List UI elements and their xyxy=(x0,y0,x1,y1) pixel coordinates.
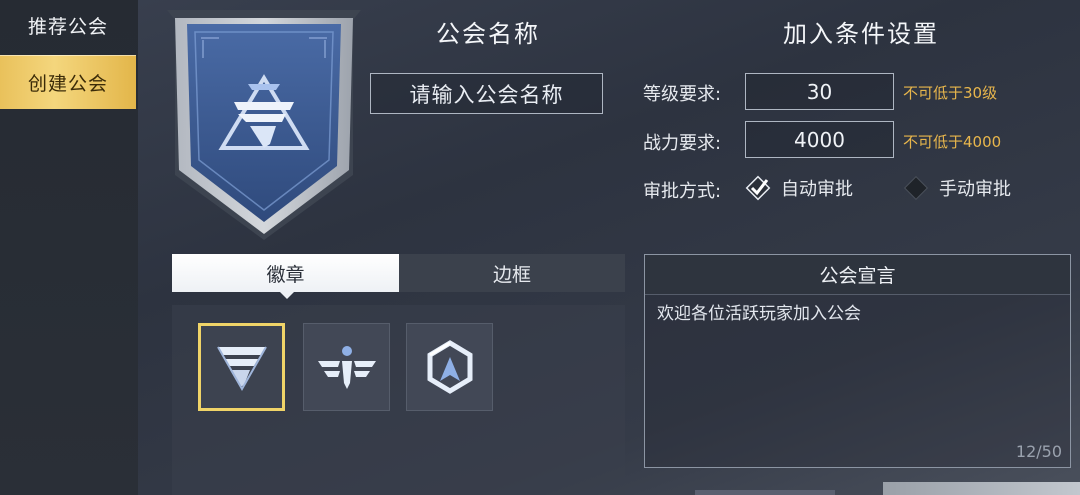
emblem-option-2[interactable] xyxy=(303,323,390,411)
emblem-tab-bar: 徽章 边框 xyxy=(172,254,625,292)
power-requirement-label: 战力要求: xyxy=(643,133,722,154)
level-requirement-hint: 不可低于30级 xyxy=(903,84,998,102)
emblem-option-3[interactable] xyxy=(406,323,493,411)
approval-manual-radio[interactable]: 手动审批 xyxy=(903,175,1011,201)
sidebar-item-label: 推荐公会 xyxy=(27,15,108,38)
unchecked-diamond-icon xyxy=(903,175,929,201)
sidebar-item-label: 创建公会 xyxy=(27,72,108,95)
emblem-winged-figure-icon xyxy=(317,346,376,389)
approval-auto-radio[interactable]: 自动审批 xyxy=(745,175,853,201)
declaration-title: 公会宣言 xyxy=(645,255,1070,295)
emblem-option-1[interactable] xyxy=(198,323,285,411)
power-requirement-input[interactable]: 4000 xyxy=(745,121,894,158)
tab-emblem[interactable]: 徽章 xyxy=(172,254,399,292)
approval-auto-label: 自动审批 xyxy=(781,179,853,200)
guild-declaration-panel: 公会宣言 欢迎各位活跃玩家加入公会 12/50 xyxy=(644,254,1071,468)
bottom-button-left[interactable] xyxy=(695,490,835,495)
guild-banner-preview xyxy=(165,10,363,242)
approval-method-label: 审批方式: xyxy=(643,181,722,202)
tab-frame[interactable]: 边框 xyxy=(399,254,625,292)
sidebar: 推荐公会 创建公会 xyxy=(0,0,138,495)
sidebar-item-recommended-guilds[interactable]: 推荐公会 xyxy=(0,0,136,50)
level-requirement-input[interactable]: 30 xyxy=(745,73,894,110)
declaration-char-count: 12/50 xyxy=(1015,442,1062,461)
active-tab-caret-icon xyxy=(280,292,294,299)
emblem-f-triangle-icon xyxy=(216,346,267,392)
guild-name-title: 公会名称 xyxy=(436,20,540,48)
power-requirement-hint: 不可低于4000 xyxy=(903,133,1002,151)
level-requirement-label: 等级要求: xyxy=(643,84,722,105)
guild-name-input[interactable]: 请输入公会名称 xyxy=(370,73,603,114)
declaration-textarea[interactable]: 欢迎各位活跃玩家加入公会 xyxy=(645,295,1070,328)
banner-shield-icon xyxy=(167,10,361,240)
approval-manual-label: 手动审批 xyxy=(939,179,1011,200)
bottom-button-right[interactable] xyxy=(883,482,1080,495)
sidebar-item-create-guild[interactable]: 创建公会 xyxy=(0,55,136,109)
emblem-hexagon-arrow-icon xyxy=(427,340,472,394)
checked-diamond-icon xyxy=(745,175,771,201)
join-conditions-title: 加入条件设置 xyxy=(783,20,939,48)
